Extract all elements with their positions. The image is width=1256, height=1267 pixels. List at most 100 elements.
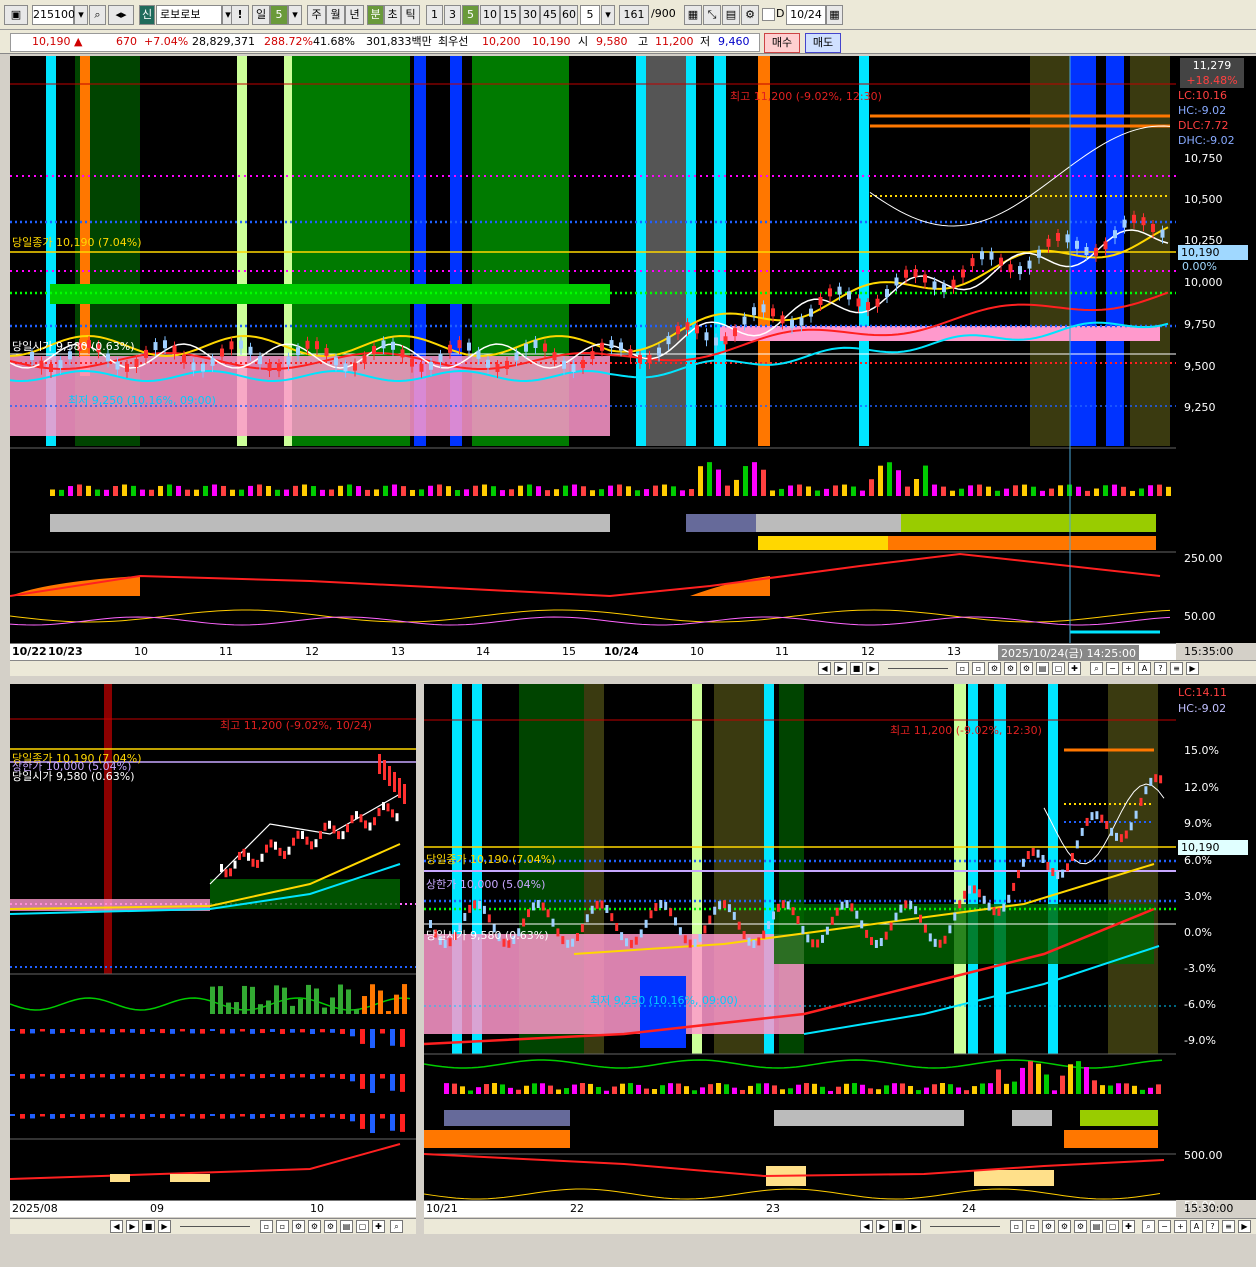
br-arrow-tool-icon[interactable]: ?	[1206, 1220, 1219, 1233]
window-mini-icon[interactable]: ▢	[1052, 662, 1065, 675]
prev-next-icon[interactable]: ◂▸	[108, 5, 134, 25]
br-magnify-icon[interactable]: ⌕	[1142, 1220, 1155, 1233]
br-play-icon[interactable]: ▶	[908, 1220, 921, 1233]
br-layout-icon[interactable]: ▤	[1090, 1220, 1103, 1233]
br-mini-icon-2[interactable]: ▫	[1026, 1220, 1039, 1233]
bl-scroll-left-icon[interactable]: ◀	[110, 1220, 123, 1233]
interval-45[interactable]: 45	[540, 5, 560, 25]
bl-play-icon[interactable]: ▶	[158, 1220, 171, 1233]
bottom-right-chart-plot[interactable]: 최고 11,200 (-9.02%, 12:30) 당일종가 10,190 (7…	[424, 684, 1176, 1200]
indicator-bar	[110, 1114, 115, 1119]
scroll-right-icon[interactable]: ▶	[834, 662, 847, 675]
toolbar-mini-icon-1[interactable]: ▫	[956, 662, 969, 675]
period-day[interactable]: 일	[252, 5, 270, 25]
save-icon[interactable]: ▤	[722, 5, 740, 25]
zoom-in-icon[interactable]: +	[1122, 662, 1135, 675]
bl-gear-icon-2[interactable]: ⚙	[308, 1220, 321, 1233]
period-minute[interactable]: 분	[367, 5, 384, 25]
magnify-icon[interactable]: ⌕	[1090, 662, 1103, 675]
br-zoom-slider[interactable]	[930, 1226, 1000, 1227]
search-icon[interactable]: ⌕	[89, 5, 106, 25]
br-zoom-out-icon[interactable]: −	[1158, 1220, 1171, 1233]
br-zoom-in-icon[interactable]: +	[1174, 1220, 1187, 1233]
toolbar-mini-icon-2[interactable]: ▫	[972, 662, 985, 675]
alert-icon[interactable]: !	[231, 5, 249, 25]
window-icon[interactable]: ▣	[4, 5, 28, 25]
bl-gear-icon[interactable]: ⚙	[292, 1220, 305, 1233]
br-gear-icon[interactable]: ⚙	[1042, 1220, 1055, 1233]
bl-layout-icon[interactable]: ▤	[340, 1220, 353, 1233]
bl-mini-icon-2[interactable]: ▫	[276, 1220, 289, 1233]
stock-code-input[interactable]: 215100	[32, 5, 75, 25]
interval-3[interactable]: 3	[444, 5, 461, 25]
text-tool-icon[interactable]: A	[1138, 662, 1151, 675]
period-second[interactable]: 초	[384, 5, 401, 25]
br-scroll-right-icon[interactable]: ▶	[876, 1220, 889, 1233]
br-gear-icon-2[interactable]: ⚙	[1058, 1220, 1071, 1233]
bl-gear-icon-3[interactable]: ⚙	[324, 1220, 337, 1233]
interval-1[interactable]: 1	[426, 5, 443, 25]
lines-icon[interactable]: ≡	[1170, 662, 1183, 675]
interval-dropdown-icon[interactable]: ▾	[601, 5, 615, 25]
buy-button[interactable]: 매수	[764, 33, 800, 53]
interval-60[interactable]: 60	[560, 5, 578, 25]
trend-tool-icon[interactable]: ⤡	[703, 5, 721, 25]
interval-input[interactable]: 5	[580, 5, 600, 25]
settings-icon[interactable]: ⚙	[741, 5, 759, 25]
br-scrollbar[interactable]: ◀ ▶ ■ ▶ ▫ ▫ ⚙ ⚙ ⚙ ▤ ▢ ✚ ⌕ − + A ? ≡ ▶	[424, 1218, 1256, 1234]
period-tick[interactable]: 틱	[401, 5, 420, 25]
count-input[interactable]: 161	[619, 5, 649, 25]
bl-stop-icon[interactable]: ■	[142, 1220, 155, 1233]
stock-name[interactable]: 로보로보	[156, 5, 222, 25]
play-icon[interactable]: ▶	[866, 662, 879, 675]
top-chart-plot[interactable]: 최고 11,200 (-9.02%, 12:30) 당일종가 10,190 (7…	[10, 56, 1176, 643]
arrow-tool-icon[interactable]: ?	[1154, 662, 1167, 675]
gear-mini-icon-3[interactable]: ⚙	[1020, 662, 1033, 675]
volume-bar	[266, 485, 271, 496]
br-crosshair-icon[interactable]: ✚	[1122, 1220, 1135, 1233]
top-scrollbar[interactable]: ◀ ▶ ■ ▶ ▫ ▫ ⚙ ⚙ ⚙ ▤ ▢ ✚ ⌕ − + A ? ≡ ▶	[10, 660, 1256, 676]
gear-mini-icon-2[interactable]: ⚙	[1004, 662, 1017, 675]
zoom-slider[interactable]	[888, 668, 948, 669]
br-scroll-left-icon[interactable]: ◀	[860, 1220, 873, 1233]
period-week[interactable]: 주	[307, 5, 326, 25]
stop-icon[interactable]: ■	[850, 662, 863, 675]
grid-icon[interactable]: ▦	[684, 5, 702, 25]
bl-magnify-icon[interactable]: ⌕	[390, 1220, 403, 1233]
bl-mini-icon-1[interactable]: ▫	[260, 1220, 273, 1233]
calendar-icon[interactable]: ▦	[826, 5, 843, 25]
br-ind-tick-500: 500.00	[1184, 1149, 1223, 1162]
period-day-value[interactable]: 5	[270, 5, 288, 25]
code-dropdown-icon[interactable]: ▾	[74, 5, 88, 25]
interval-5[interactable]: 5	[462, 5, 479, 25]
br-stop-icon[interactable]: ■	[892, 1220, 905, 1233]
crosshair-icon[interactable]: ✚	[1068, 662, 1081, 675]
br-more-icon[interactable]: ▶	[1238, 1220, 1251, 1233]
layout-icon[interactable]: ▤	[1036, 662, 1049, 675]
bl-scrollbar[interactable]: ◀ ▶ ■ ▶ ▫ ▫ ⚙ ⚙ ⚙ ▤ ▢ ✚ ⌕	[10, 1218, 416, 1234]
bl-zoom-slider[interactable]	[180, 1226, 250, 1227]
candle	[531, 902, 535, 911]
interval-10[interactable]: 10	[480, 5, 500, 25]
period-month[interactable]: 월	[326, 5, 345, 25]
date-input[interactable]: 10/24	[786, 5, 826, 25]
sell-button[interactable]: 매도	[805, 33, 841, 53]
bl-window-icon[interactable]: ▢	[356, 1220, 369, 1233]
br-gear-icon-3[interactable]: ⚙	[1074, 1220, 1087, 1233]
interval-30[interactable]: 30	[520, 5, 540, 25]
br-window-icon[interactable]: ▢	[1106, 1220, 1119, 1233]
gear-mini-icon[interactable]: ⚙	[988, 662, 1001, 675]
period-year[interactable]: 년	[345, 5, 364, 25]
scroll-left-icon[interactable]: ◀	[818, 662, 831, 675]
br-lines-icon[interactable]: ≡	[1222, 1220, 1235, 1233]
zoom-out-icon[interactable]: −	[1106, 662, 1119, 675]
bottom-left-chart-plot[interactable]: 최고 11,200 (-9.02%, 10/24) 당일종가 10,190 (7…	[10, 684, 416, 1200]
bl-crosshair-icon[interactable]: ✚	[372, 1220, 385, 1233]
more-icon[interactable]: ▶	[1186, 662, 1199, 675]
period-dropdown-icon[interactable]: ▾	[288, 5, 302, 25]
bl-scroll-right-icon[interactable]: ▶	[126, 1220, 139, 1233]
br-mini-icon-1[interactable]: ▫	[1010, 1220, 1023, 1233]
interval-15[interactable]: 15	[500, 5, 520, 25]
date-checkbox[interactable]	[762, 8, 775, 21]
br-text-tool-icon[interactable]: A	[1190, 1220, 1203, 1233]
